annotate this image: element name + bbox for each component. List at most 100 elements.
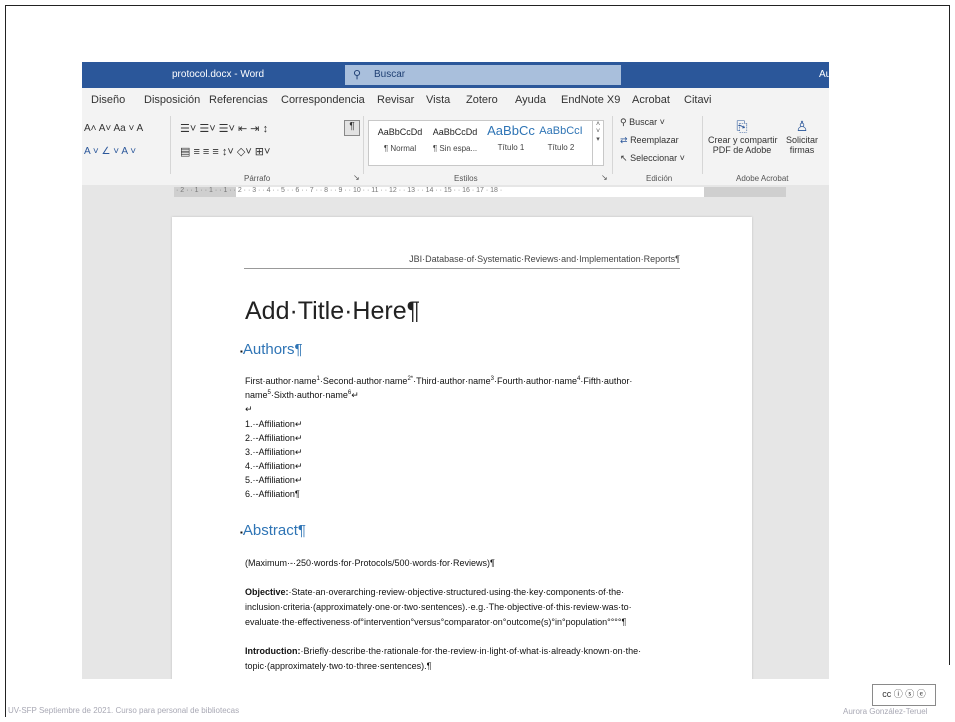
create-pdf-label-2: PDF de Adobe — [712, 145, 772, 155]
blank-line: ↵ — [245, 404, 253, 414]
search-placeholder: Buscar — [374, 69, 406, 80]
style-preview: AaBbCcDd — [432, 127, 478, 137]
document-name: protocol.docx - Word — [172, 69, 265, 80]
slide-frame-top — [5, 5, 950, 6]
separator — [363, 116, 364, 174]
separator — [612, 116, 613, 174]
font-color-controls[interactable]: A ˅ ∠ ˅ A ˅ — [84, 146, 136, 157]
style-name: Título 2 — [547, 143, 575, 152]
slide-frame-right — [949, 5, 950, 665]
creative-commons-badge: cc ⓘ ⓢ ⓔ — [872, 684, 936, 706]
slide-frame-left — [5, 5, 6, 717]
tab-zotero[interactable]: Zotero — [466, 94, 498, 106]
authors-line-2: name5·Sixth·author·name6↵ — [245, 390, 359, 400]
abstract-heading: ▪Abstract¶ — [240, 522, 306, 539]
tab-correspondencia[interactable]: Correspondencia — [281, 94, 365, 106]
affiliation-4: 4.·-Affiliation↵ — [245, 461, 303, 471]
ribbon: A˄ A˅ Aa ˅ A A ˅ ∠ ˅ A ˅ ☰˅ ☰˅ ☰˅ ⇤ ⇥ ↕ … — [82, 112, 829, 186]
intro-line-2: topic·(approximately·two·to·three·senten… — [245, 661, 432, 671]
authors-heading-text: Authors¶ — [242, 341, 303, 358]
styles-scroll[interactable]: ˄ ˅ ▾ — [592, 120, 604, 166]
select-label: Seleccionar — [630, 153, 678, 163]
separator — [702, 116, 703, 174]
tab-ayuda[interactable]: Ayuda — [515, 94, 546, 106]
tab-referencias[interactable]: Referencias — [209, 94, 268, 106]
page-header: JBI·Database·of·Systematic·Reviews·and·I… — [244, 254, 680, 269]
tab-revisar[interactable]: Revisar — [377, 94, 414, 106]
style-preview: AaBbCc — [487, 123, 535, 138]
styles-launcher-icon[interactable]: ↘ — [601, 173, 608, 182]
search-icon: ⚲ — [353, 69, 362, 81]
affiliation-2: 2.·-Affiliation↵ — [245, 433, 303, 443]
find-label: Buscar — [629, 117, 658, 127]
style-heading1[interactable]: AaBbCc Título 1 — [483, 123, 539, 152]
replace-button[interactable]: ⇄ Reemplazar — [620, 135, 679, 146]
cursor-icon: ↖ — [620, 153, 628, 163]
styles-group-label: Estilos — [454, 174, 478, 183]
style-preview: AaBbCcI — [539, 125, 583, 137]
intro-line-1: Introduction:·Briefly·describe·the·ratio… — [245, 646, 642, 656]
edit-group-label: Edición — [646, 174, 673, 183]
style-no-spacing[interactable]: AaBbCcDd ¶ Sin espa... — [427, 127, 483, 153]
affiliation-5: 5.·-Affiliation↵ — [245, 475, 303, 485]
style-name: ¶ Normal — [383, 144, 417, 153]
find-button[interactable]: ⚲ Buscar ˅ — [620, 117, 665, 128]
tab-acrobat[interactable]: Acrobat — [632, 94, 670, 106]
ruler-bar: · 2 · · 1 · · 1 · · 1 · · 2 · · 3 · · 4 … — [174, 187, 786, 197]
pdf-share-icon: ⎘ — [736, 118, 748, 134]
affiliation-6: 6.·-Affiliation¶ — [245, 489, 300, 499]
acrobat-group-label: Adobe Acrobat — [736, 174, 789, 183]
tab-diseno[interactable]: Diseño — [91, 94, 125, 106]
style-normal[interactable]: AaBbCcDd ¶ Normal — [373, 127, 427, 153]
ruler-ticks: · 2 · · 1 · · 1 · · 1 · · 2 · · 3 · · 4 … — [176, 187, 503, 194]
tab-citavi[interactable]: Citavi — [684, 94, 712, 106]
request-label-2: firmas — [789, 145, 815, 155]
abstract-heading-text: Abstract¶ — [242, 522, 306, 539]
document-title: Add·Title·Here¶ — [245, 297, 421, 325]
style-name: Título 1 — [497, 143, 525, 152]
list-buttons[interactable]: ☰˅ ☰˅ ☰˅ ⇤ ⇥ ↕ — [180, 122, 268, 135]
tab-vista[interactable]: Vista — [426, 94, 450, 106]
request-signatures-button[interactable]: ♙ Solicitar firmas — [780, 118, 824, 155]
ribbon-tabs: Diseño Disposición Referencias Correspon… — [82, 88, 829, 112]
replace-label: Reemplazar — [630, 135, 679, 145]
objective-line-1: Objective:·State·an·overarching·review·o… — [245, 587, 625, 597]
paragraph-launcher-icon[interactable]: ↘ — [353, 173, 360, 182]
ruler-right-margin — [704, 187, 786, 197]
cc-icons: cc ⓘ ⓢ ⓔ — [882, 689, 926, 699]
style-name: ¶ Sin espa... — [432, 144, 478, 153]
title-bar: protocol.docx - Word ⚲ Buscar Au — [82, 62, 829, 88]
separator — [170, 116, 171, 174]
horizontal-ruler[interactable]: · 2 · · 1 · · 1 · · 1 · · 2 · · 3 · · 4 … — [82, 185, 829, 199]
replace-icon: ⇄ — [620, 135, 628, 145]
signature-icon: ♙ — [795, 118, 809, 134]
authors-heading: ▪Authors¶ — [240, 341, 303, 358]
tab-endnote[interactable]: EndNote X9 — [561, 94, 620, 106]
style-preview: AaBbCcDd — [377, 127, 423, 137]
word-screenshot: protocol.docx - Word ⚲ Buscar Au Diseño … — [82, 62, 829, 679]
affiliation-3: 3.·-Affiliation↵ — [245, 447, 303, 457]
document-page[interactable]: JBI·Database·of·Systematic·Reviews·and·I… — [172, 217, 752, 679]
font-size-controls[interactable]: A˄ A˅ Aa ˅ A — [84, 123, 143, 134]
footer-author: Aurora González-Teruel — [843, 707, 928, 716]
align-buttons[interactable]: ▤ ≡ ≡ ≡ ↕˅ ◇˅ ⊞˅ — [180, 145, 270, 158]
objective-line-3: evaluate·the·effectiveness·of°interventi… — [245, 617, 627, 627]
paragraph-group-label: Párrafo — [244, 174, 271, 183]
objective-line-2: inclusion·criteria·(approximately·one·or… — [245, 602, 632, 612]
authors-line-1: First·author·name1·Second·author·name2*·… — [245, 376, 633, 386]
show-marks-button[interactable]: ¶ — [344, 120, 360, 136]
request-label: Solicitar — [785, 135, 818, 145]
affiliation-1: 1.·-Affiliation↵ — [245, 419, 303, 429]
max-words-line: (Maximum·-·250·words·for·Protocols/500·w… — [245, 558, 495, 568]
styles-gallery: AaBbCcDd ¶ Normal AaBbCcDd ¶ Sin espa...… — [368, 120, 594, 166]
style-heading2[interactable]: AaBbCcI Título 2 — [537, 125, 585, 152]
search-box[interactable]: ⚲ Buscar — [345, 65, 621, 85]
select-button[interactable]: ↖ Seleccionar ˅ — [620, 153, 685, 164]
slide: protocol.docx - Word ⚲ Buscar Au Diseño … — [0, 0, 955, 722]
tab-disposicion[interactable]: Disposición — [144, 94, 200, 106]
find-icon: ⚲ — [620, 117, 627, 127]
footer-course: UV-SFP Septiembre de 2021. Curso para pe… — [8, 706, 240, 715]
create-pdf-label: Crear y compartir — [708, 135, 778, 145]
account-name[interactable]: Au — [819, 69, 829, 80]
create-pdf-button[interactable]: ⎘ Crear y compartir PDF de Adobe — [708, 118, 778, 155]
